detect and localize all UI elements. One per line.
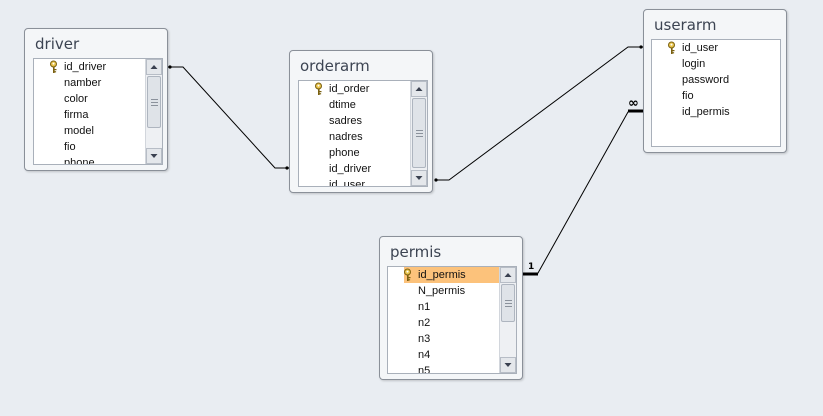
field-name: color — [64, 93, 88, 105]
cardinality-many-label: ∞ — [628, 96, 639, 111]
key-icon — [49, 60, 59, 74]
field-row[interactable]: namber — [34, 75, 145, 91]
relationship-line-permis-userarm — [522, 111, 643, 274]
field-row[interactable]: id_driver — [34, 59, 145, 75]
field-name: id_user — [329, 179, 366, 187]
field-list-permis[interactable]: id_permis N_permis n1 n2 n3 n4 n5 — [387, 266, 517, 374]
chevron-up-icon[interactable] — [500, 267, 516, 283]
table-title-driver: driver — [35, 35, 80, 53]
field-name: id_permis — [682, 106, 730, 118]
field-row[interactable]: n1 — [388, 299, 499, 315]
table-permis[interactable]: permis id_permis N_permis n1 n2 n3 n4 n5 — [379, 236, 523, 380]
cardinality-one-label: 1 — [528, 262, 535, 272]
field-row[interactable]: n2 — [388, 315, 499, 331]
field-name: id_order — [329, 83, 370, 95]
field-row-selected[interactable]: id_permis — [404, 267, 499, 283]
vertical-scrollbar[interactable] — [145, 59, 162, 164]
field-row[interactable]: phone — [299, 145, 410, 161]
key-icon — [403, 268, 413, 282]
field-name: password — [682, 74, 730, 86]
field-name: firma — [64, 109, 89, 121]
field-row[interactable]: n5 — [388, 363, 499, 374]
field-name: sadres — [329, 115, 363, 127]
field-name: N_permis — [418, 285, 466, 297]
field-name: fio — [64, 141, 76, 153]
vertical-scrollbar[interactable] — [410, 81, 427, 186]
field-row[interactable]: N_permis — [388, 283, 499, 299]
field-name: n2 — [418, 317, 431, 329]
field-name: n1 — [418, 301, 431, 313]
field-row[interactable]: color — [34, 91, 145, 107]
field-name: phone — [64, 157, 95, 165]
field-name: phone — [329, 147, 360, 159]
field-rows: id_driver namber color firma model fio p… — [34, 59, 145, 165]
field-row[interactable]: fio — [34, 139, 145, 155]
field-row[interactable]: n3 — [388, 331, 499, 347]
field-name: nadres — [329, 131, 363, 143]
field-row[interactable]: firma — [34, 107, 145, 123]
field-name: fio — [682, 90, 694, 102]
scrollbar-thumb[interactable] — [501, 284, 515, 322]
relationship-endpoint — [168, 65, 172, 69]
scrollbar-thumb[interactable] — [147, 76, 161, 128]
field-row[interactable]: id_user — [299, 177, 410, 187]
field-rows: id_user login password fio id_permis — [652, 40, 780, 120]
chevron-down-icon[interactable] — [500, 357, 516, 373]
field-row[interactable]: id_user — [652, 40, 780, 56]
field-row[interactable]: fio — [652, 88, 780, 104]
relationship-endpoint — [434, 178, 438, 182]
field-name: model — [64, 125, 94, 137]
field-list-userarm[interactable]: id_user login password fio id_permis — [651, 39, 781, 147]
scrollbar-thumb[interactable] — [412, 98, 426, 168]
field-name: id_user — [682, 42, 719, 54]
field-row[interactable]: n4 — [388, 347, 499, 363]
field-name: n3 — [418, 333, 431, 345]
field-name: n5 — [418, 365, 431, 374]
field-name: login — [682, 58, 706, 70]
chevron-up-icon[interactable] — [411, 81, 427, 97]
table-title-permis: permis — [390, 243, 442, 261]
key-icon — [667, 41, 677, 55]
field-row[interactable]: phone — [34, 155, 145, 165]
field-rows: id_permis N_permis n1 n2 n3 n4 n5 — [388, 267, 499, 374]
table-title-orderarm: orderarm — [300, 57, 370, 75]
field-name: dtime — [329, 99, 356, 111]
table-orderarm[interactable]: orderarm id_order dtime sadres nadres ph… — [289, 50, 433, 193]
field-name: id_driver — [329, 163, 372, 175]
table-driver[interactable]: driver id_driver namber color firma mode… — [24, 28, 168, 171]
relationship-canvas[interactable]: 1 ∞ driver id_driver namber color firma … — [0, 0, 823, 416]
field-name: id_driver — [64, 61, 107, 73]
vertical-scrollbar[interactable] — [499, 267, 516, 373]
field-row[interactable]: id_order — [299, 81, 410, 97]
chevron-down-icon[interactable] — [146, 148, 162, 164]
relationship-line-driver-orderarm — [168, 66, 289, 169]
field-row[interactable]: nadres — [299, 129, 410, 145]
table-title-userarm: userarm — [654, 16, 717, 34]
chevron-down-icon[interactable] — [411, 170, 427, 186]
relationship-line-orderarm-userarm — [435, 46, 643, 181]
chevron-up-icon[interactable] — [146, 59, 162, 75]
field-name: namber — [64, 77, 102, 89]
field-list-orderarm[interactable]: id_order dtime sadres nadres phone id_dr… — [298, 80, 428, 187]
field-row[interactable]: id_permis — [652, 104, 780, 120]
field-row[interactable]: login — [652, 56, 780, 72]
field-row[interactable]: dtime — [299, 97, 410, 113]
field-row[interactable]: id_driver — [299, 161, 410, 177]
field-list-driver[interactable]: id_driver namber color firma model fio p… — [33, 58, 163, 165]
field-name: id_permis — [418, 269, 466, 281]
field-name: n4 — [418, 349, 431, 361]
field-row[interactable]: password — [652, 72, 780, 88]
table-userarm[interactable]: userarm id_user login password fio id_pe… — [643, 9, 787, 153]
field-rows: id_order dtime sadres nadres phone id_dr… — [299, 81, 410, 187]
field-row[interactable]: sadres — [299, 113, 410, 129]
key-icon — [314, 82, 324, 96]
field-row[interactable]: model — [34, 123, 145, 139]
